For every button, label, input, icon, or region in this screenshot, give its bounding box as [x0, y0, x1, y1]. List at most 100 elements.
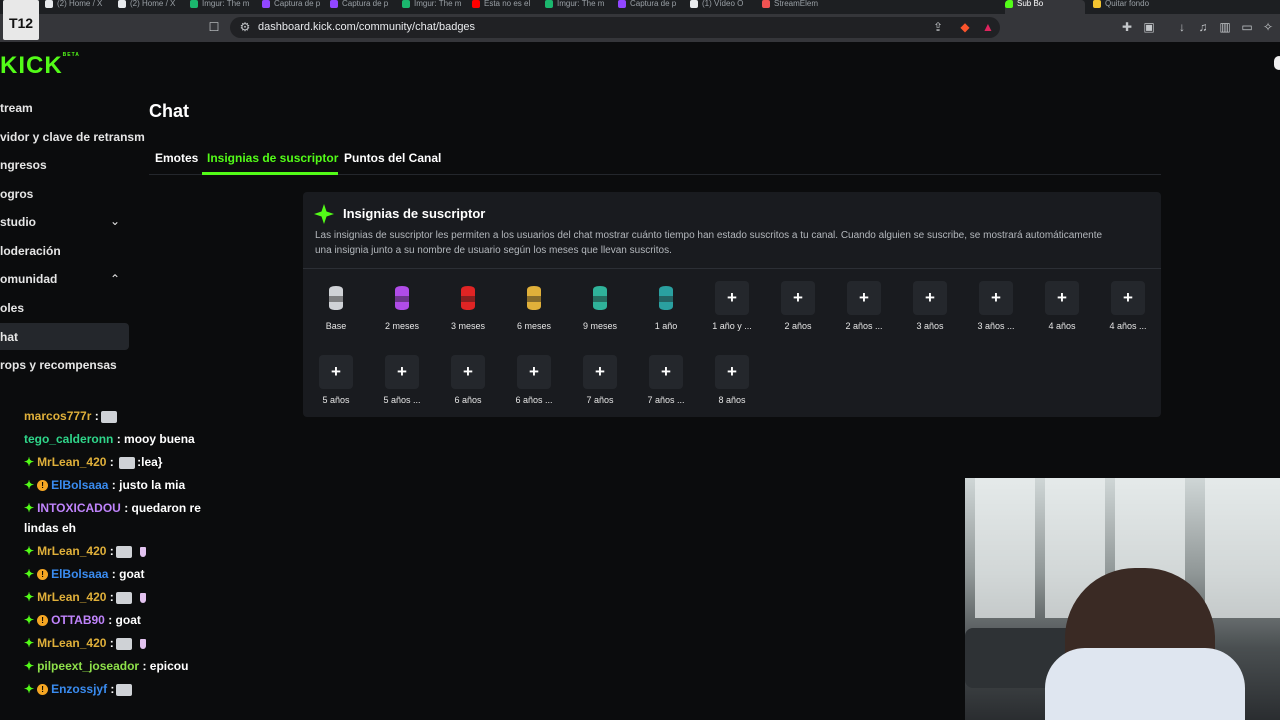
badge-slot[interactable]: +6 años ... [504, 355, 564, 405]
screenshot-icon[interactable]: ▣ [1142, 20, 1156, 34]
brave-shield-icon[interactable]: ◆ [958, 20, 972, 34]
badge-slot[interactable]: +5 años ... [372, 355, 432, 405]
bookmark-icon[interactable]: ☐ [207, 20, 221, 34]
add-badge-button[interactable]: + [715, 281, 749, 315]
emote-image [116, 683, 133, 696]
badge-slot[interactable]: +4 años ... [1098, 281, 1158, 331]
badge-preview[interactable] [583, 281, 617, 315]
media-icon[interactable]: ♫ [1196, 20, 1210, 34]
tab-emotes[interactable]: Emotes [155, 151, 198, 165]
badge-slot[interactable]: 3 meses [438, 281, 498, 331]
chat-username[interactable]: pilpeext_joseador [37, 659, 139, 673]
chat-username[interactable]: MrLean_420 [37, 636, 106, 650]
badge-preview[interactable] [385, 281, 419, 315]
sidebar-item-achievements[interactable]: ogros [0, 187, 33, 201]
tab-label: Captura de p [630, 0, 677, 8]
add-badge-button[interactable]: + [583, 355, 617, 389]
chat-username[interactable]: INTOXICADOU [37, 501, 121, 515]
sidebar-item-community[interactable]: omunidad [0, 272, 57, 286]
badge-preview[interactable] [319, 281, 353, 315]
browser-tab[interactable]: Captura de p [262, 0, 330, 14]
badge-slot[interactable]: +3 años [900, 281, 960, 331]
sidebar-item-chat[interactable]: hat [0, 330, 18, 344]
browser-tab[interactable]: (2) Home / X [45, 0, 113, 14]
add-badge-button[interactable]: + [715, 355, 749, 389]
badge-slot[interactable]: 1 año [636, 281, 696, 331]
add-badge-button[interactable]: + [781, 281, 815, 315]
browser-tab[interactable]: (2) Home / X [118, 0, 186, 14]
chat-username[interactable]: MrLean_420 [37, 590, 106, 604]
badge-slot[interactable]: +6 años [438, 355, 498, 405]
badge-preview[interactable] [649, 281, 683, 315]
add-badge-button[interactable]: + [979, 281, 1013, 315]
chat-username[interactable]: tego_calderonn [24, 432, 113, 446]
add-badge-button[interactable]: + [319, 355, 353, 389]
sidebar-item-roles[interactable]: oles [0, 301, 24, 315]
browser-tab[interactable]: Captura de p [330, 0, 398, 14]
leo-ai-icon[interactable]: ✧ [1261, 20, 1275, 34]
chat-username[interactable]: MrLean_420 [37, 544, 106, 558]
badge-slot[interactable]: +7 años ... [636, 355, 696, 405]
badge-slot[interactable]: +2 años ... [834, 281, 894, 331]
add-badge-button[interactable]: + [517, 355, 551, 389]
brave-rewards-icon[interactable]: ▲ [981, 20, 995, 34]
browser-tab[interactable]: StreamElem [762, 0, 830, 14]
badge-slot[interactable]: +5 años [306, 355, 366, 405]
sidebar-item-income[interactable]: ngresos [0, 158, 47, 172]
badge-slot[interactable]: 2 meses [372, 281, 432, 331]
add-badge-button[interactable]: + [649, 355, 683, 389]
badge-slot[interactable]: +3 años ... [966, 281, 1026, 331]
site-info-icon[interactable]: ⚙ [238, 20, 252, 34]
chat-username[interactable]: ElBolsaaa [51, 478, 108, 492]
browser-tab[interactable]: Imgur: The m [402, 0, 470, 14]
sidebar-item-moderation[interactable]: loderación [0, 244, 61, 258]
chat-username[interactable]: ElBolsaaa [51, 567, 108, 581]
sidebar-item-server-key[interactable]: vidor y clave de retransm [0, 130, 145, 144]
wallet-icon[interactable]: ▭ [1240, 20, 1254, 34]
sidebar-toggle-icon[interactable]: ▥ [1218, 20, 1232, 34]
sidebar-item-studio[interactable]: studio [0, 215, 36, 229]
browser-tab[interactable]: Esta no es el [472, 0, 540, 14]
browser-tab[interactable]: Quitar fondo [1093, 0, 1161, 14]
tab-subscriber-badges[interactable]: Insignias de suscriptor [207, 151, 338, 165]
browser-tab[interactable]: (1) Vídeo O [690, 0, 758, 14]
browser-tab[interactable]: Imgur: The m [190, 0, 258, 14]
chat-username[interactable]: Enzossjyf [51, 682, 107, 696]
add-badge-button[interactable]: + [1111, 281, 1145, 315]
badge-slot[interactable]: 9 meses [570, 281, 630, 331]
chevron-down-icon[interactable]: ⌄ [110, 214, 120, 228]
chat-text: : [110, 682, 115, 696]
badge-slot[interactable]: Base [306, 281, 366, 331]
browser-tabstrip: (2) Home / X (2) Home / X Imgur: The m Capt… [0, 0, 1280, 14]
add-badge-button[interactable]: + [847, 281, 881, 315]
sidebar-item-stream[interactable]: tream [0, 101, 33, 115]
chevron-up-icon[interactable]: ⌃ [110, 272, 120, 286]
extensions-icon[interactable]: ✚ [1120, 20, 1134, 34]
badge-slot[interactable]: +8 años [702, 355, 762, 405]
badge-preview[interactable] [517, 281, 551, 315]
kick-logo[interactable]: KICKBETA [0, 52, 80, 80]
badge-preview[interactable] [451, 281, 485, 315]
chat-username[interactable]: marcos777r [24, 409, 91, 423]
browser-tab[interactable]: Sub Bo [1005, 0, 1085, 14]
chat-username[interactable]: MrLean_420 [37, 455, 106, 469]
badge-slot[interactable]: +4 años [1032, 281, 1092, 331]
badge-slot[interactable]: +7 años [570, 355, 630, 405]
chat-username[interactable]: OTTAB90 [51, 613, 105, 627]
add-badge-button[interactable]: + [385, 355, 419, 389]
add-badge-button[interactable]: + [1045, 281, 1079, 315]
add-badge-button[interactable]: + [451, 355, 485, 389]
browser-tab[interactable]: Imgur: The m [545, 0, 613, 14]
badge-slot[interactable]: +1 año y ... [702, 281, 762, 331]
badge-slot[interactable]: +2 años [768, 281, 828, 331]
url-text[interactable]: dashboard.kick.com/community/chat/badges [258, 21, 475, 33]
share-icon[interactable]: ⇪ [931, 20, 945, 34]
add-badge-button[interactable]: + [913, 281, 947, 315]
user-avatar[interactable] [1274, 56, 1280, 70]
subscriber-badge-icon: ✦ [24, 567, 35, 581]
browser-tab[interactable]: Captura de p [618, 0, 686, 14]
tab-channel-points[interactable]: Puntos del Canal [344, 151, 441, 165]
badge-slot[interactable]: 6 meses [504, 281, 564, 331]
download-icon[interactable]: ↓ [1175, 20, 1189, 34]
sidebar-item-drops[interactable]: rops y recompensas [0, 358, 117, 372]
